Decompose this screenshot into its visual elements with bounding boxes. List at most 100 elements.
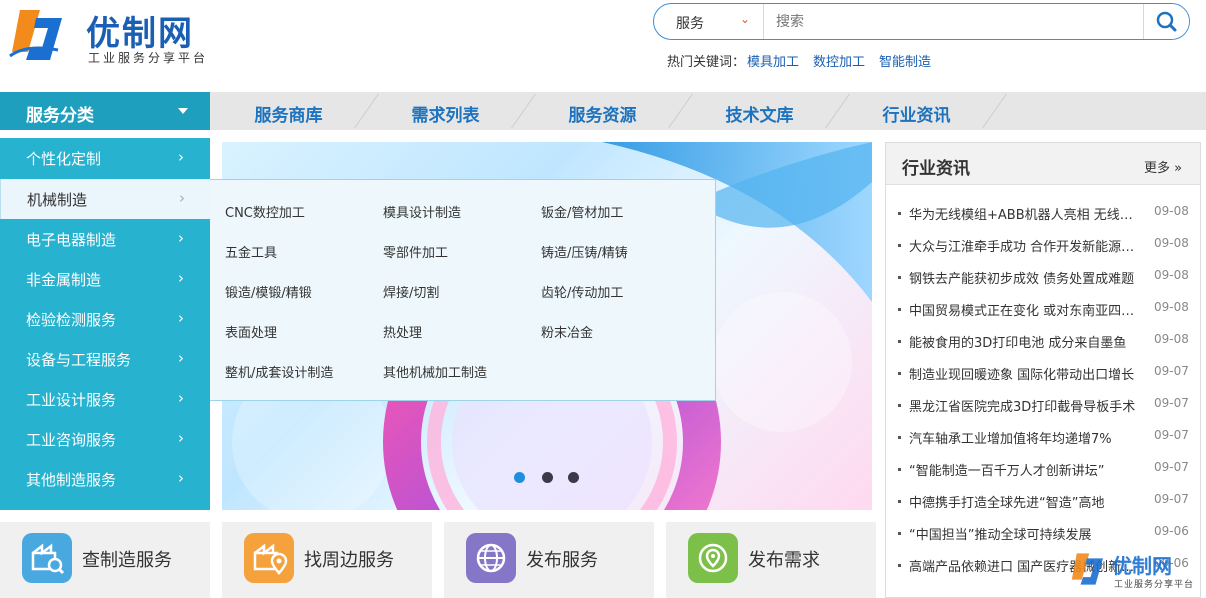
chevron-right-icon: ›: [178, 309, 184, 327]
tile-label: 发布服务: [526, 550, 598, 571]
sidebar-item-label: 其他制造服务: [26, 471, 117, 489]
sidebar-item[interactable]: 其他制造服务 ›: [0, 459, 210, 499]
search-input[interactable]: [764, 4, 1144, 39]
hot-keyword-link[interactable]: 数控加工: [813, 55, 865, 70]
watermark-logo-icon: [1071, 553, 1103, 585]
bullet-icon: [898, 532, 901, 535]
bullet-icon: [898, 564, 901, 567]
news-item-date: 09-08: [1154, 268, 1189, 282]
flyout-item[interactable]: 表面处理: [225, 322, 277, 341]
chevron-right-icon: ›: [178, 389, 184, 407]
hot-keywords-label: 热门关键词：: [667, 55, 746, 70]
news-item-date: 09-07: [1154, 492, 1189, 506]
flyout-item[interactable]: CNC数控加工: [225, 202, 305, 221]
news-item[interactable]: 汽车轴承工业增加值将年均递增7% 09-07: [898, 423, 1194, 455]
tile-publish-service[interactable]: 发布服务: [444, 522, 654, 598]
nav-item-resources[interactable]: 服务资源: [524, 92, 681, 130]
carousel-dot-active[interactable]: [514, 472, 525, 483]
flyout-item[interactable]: 整机/成套设计制造: [225, 362, 333, 381]
carousel-dot[interactable]: [568, 472, 579, 483]
tile-publish-demand[interactable]: 发布需求: [666, 522, 876, 598]
logo-name: 优制网: [86, 14, 194, 54]
sidebar-item[interactable]: 工业设计服务 ›: [0, 379, 210, 419]
category-menu-label: 服务分类: [26, 106, 94, 126]
factory-search-icon: [22, 533, 72, 583]
news-item[interactable]: “智能制造一百千万人才创新讲坛” 09-07: [898, 455, 1194, 487]
nav-item-news[interactable]: 行业资讯: [838, 92, 995, 130]
bullet-icon: [898, 404, 901, 407]
flyout-item[interactable]: 铸造/压铸/精铸: [541, 242, 628, 261]
logo-mark-icon: [9, 10, 62, 60]
sidebar-item-label: 个性化定制: [26, 150, 102, 168]
chevron-down-icon: ⌄: [740, 12, 751, 26]
news-item-title: 制造业现回暖迹象 国际化带动出口增长: [909, 368, 1135, 383]
caret-down-icon: [178, 108, 188, 114]
bullet-icon: [898, 468, 901, 471]
news-item[interactable]: 制造业现回暖迹象 国际化带动出口增长 09-07: [898, 359, 1194, 391]
sidebar-item[interactable]: 设备与工程服务 ›: [0, 339, 210, 379]
sidebar-item-label: 电子电器制造: [26, 231, 117, 249]
chevron-right-icon: ›: [178, 469, 184, 487]
category-flyout-menu: CNC数控加工 模具设计制造 钣金/管材加工 五金工具 零部件加工 铸造/压铸/…: [210, 179, 716, 401]
news-item-date: 09-07: [1154, 460, 1189, 474]
news-item[interactable]: 华为无线模组+ABB机器人亮相 无线助力工业智能 09-08: [898, 199, 1194, 231]
news-item[interactable]: 黑龙江省医院完成3D打印截骨导板手术 09-07: [898, 391, 1194, 423]
news-item-title: 钢铁去产能获初步成效 债务处置成难题: [909, 272, 1135, 287]
sidebar-item-label: 工业设计服务: [26, 391, 117, 409]
search-category-select[interactable]: 服务 ⌄: [654, 4, 764, 39]
flyout-item[interactable]: 齿轮/传动加工: [541, 282, 623, 301]
flyout-item[interactable]: 钣金/管材加工: [541, 202, 623, 221]
sidebar-item[interactable]: 个性化定制 ›: [0, 138, 210, 178]
tile-find-nearby[interactable]: 找周边服务: [222, 522, 432, 598]
sidebar-item[interactable]: 检验检测服务 ›: [0, 299, 210, 339]
news-item[interactable]: 能被食用的3D打印电池 成分来自墨鱼 09-08: [898, 327, 1194, 359]
hot-keyword-link[interactable]: 智能制造: [879, 55, 931, 70]
news-item-title: “智能制造一百千万人才创新讲坛”: [909, 464, 1105, 479]
bullet-icon: [898, 436, 901, 439]
news-item-title: 汽车轴承工业增加值将年均递增7%: [909, 432, 1112, 447]
news-item-title: 中德携手打造全球先进“智造”高地: [909, 496, 1105, 511]
sidebar-item[interactable]: 电子电器制造 ›: [0, 219, 210, 259]
news-item-title: 中国贸易模式正在变化 或对东南亚四国造成冲击: [909, 304, 1145, 319]
news-item[interactable]: 中德携手打造全球先进“智造”高地 09-07: [898, 487, 1194, 519]
chevron-right-icon: ›: [178, 429, 184, 447]
news-item-title: 能被食用的3D打印电池 成分来自墨鱼: [909, 336, 1127, 351]
flyout-item[interactable]: 零部件加工: [383, 242, 448, 261]
bullet-icon: [898, 372, 901, 375]
flyout-item[interactable]: 锻造/模锻/精锻: [225, 282, 312, 301]
flyout-item[interactable]: 焊接/切割: [383, 282, 439, 301]
news-item-title: 华为无线模组+ABB机器人亮相 无线助力工业智能: [909, 208, 1145, 223]
news-header: 行业资讯 更多 »: [886, 143, 1200, 185]
sidebar-item-label: 设备与工程服务: [26, 351, 132, 369]
tile-find-manufacturing[interactable]: 查制造服务: [0, 522, 210, 598]
flyout-item[interactable]: 其他机械加工制造: [383, 362, 487, 381]
sidebar-item-active[interactable]: 机械制造 ›: [0, 179, 210, 219]
nav-item-providers[interactable]: 服务商库: [210, 92, 367, 130]
flyout-item[interactable]: 模具设计制造: [383, 202, 461, 221]
sidebar-item[interactable]: 非金属制造 ›: [0, 259, 210, 299]
hot-keyword-link[interactable]: 模具加工: [747, 55, 799, 70]
tile-label: 查制造服务: [82, 550, 172, 571]
sidebar-item-label: 检验检测服务: [26, 311, 117, 329]
news-more-link[interactable]: 更多 »: [1144, 157, 1182, 176]
sidebar-item[interactable]: 工业咨询服务 ›: [0, 419, 210, 459]
chevron-right-icon: ›: [178, 349, 184, 367]
news-item-date: 09-08: [1154, 204, 1189, 218]
search-category-label: 服务: [676, 16, 704, 32]
site-logo[interactable]: 优制网 工业服务分享平台: [6, 4, 226, 68]
nav-item-demands[interactable]: 需求列表: [367, 92, 524, 130]
tile-label: 找周边服务: [304, 550, 394, 571]
flyout-item[interactable]: 五金工具: [225, 242, 277, 261]
news-item[interactable]: 中国贸易模式正在变化 或对东南亚四国造成冲击 09-08: [898, 295, 1194, 327]
category-menu-button[interactable]: 服务分类: [0, 92, 210, 130]
carousel-dot[interactable]: [542, 472, 553, 483]
flyout-item[interactable]: 热处理: [383, 322, 422, 341]
news-item[interactable]: 大众与江淮牵手成功 合作开发新能源汽车 09-08: [898, 231, 1194, 263]
search-button[interactable]: [1143, 4, 1189, 39]
flyout-item[interactable]: 粉末冶金: [541, 322, 593, 341]
location-target-icon: [688, 533, 738, 583]
nav-item-library[interactable]: 技术文库: [681, 92, 838, 130]
watermark-name: 优制网: [1112, 554, 1172, 578]
chevron-right-icon: ›: [179, 189, 185, 207]
news-item[interactable]: 钢铁去产能获初步成效 债务处置成难题 09-08: [898, 263, 1194, 295]
